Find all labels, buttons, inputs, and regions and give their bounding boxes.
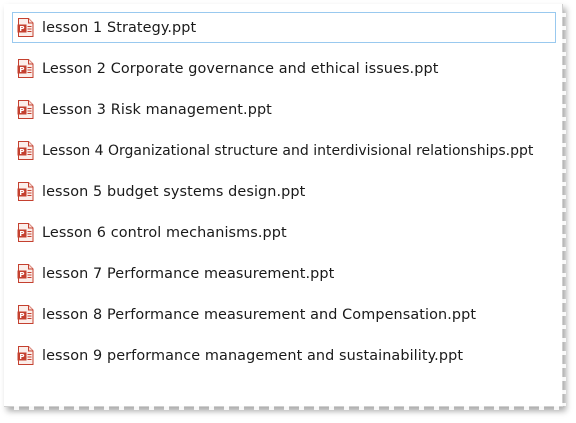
file-name: lesson 9 performance management and sust… xyxy=(42,347,464,364)
file-name: Lesson 3 Risk management.ppt xyxy=(42,101,272,118)
file-list: P lesson 1 Strategy.ppt P Lesson 2 Corpo… xyxy=(12,12,556,381)
file-name: lesson 1 Strategy.ppt xyxy=(42,19,197,36)
powerpoint-file-icon: P xyxy=(17,264,34,283)
powerpoint-file-icon: P xyxy=(17,182,34,201)
powerpoint-file-icon: P xyxy=(17,223,34,242)
powerpoint-file-icon: P xyxy=(17,346,34,365)
powerpoint-file-icon: P xyxy=(17,18,34,37)
file-name: Lesson 6 control mechanisms.ppt xyxy=(42,224,287,241)
svg-text:P: P xyxy=(19,148,24,156)
svg-text:P: P xyxy=(19,353,24,361)
file-name: Lesson 2 Corporate governance and ethica… xyxy=(42,60,439,77)
svg-text:P: P xyxy=(19,271,24,279)
svg-text:P: P xyxy=(19,25,24,33)
file-name: lesson 8 Performance measurement and Com… xyxy=(42,306,477,323)
file-item[interactable]: P Lesson 6 control mechanisms.ppt xyxy=(12,217,556,248)
file-item[interactable]: P lesson 8 Performance measurement and C… xyxy=(12,299,556,330)
file-item[interactable]: P Lesson 2 Corporate governance and ethi… xyxy=(12,53,556,84)
powerpoint-file-icon: P xyxy=(17,141,34,160)
file-item[interactable]: P lesson 1 Strategy.ppt xyxy=(12,12,556,43)
file-item[interactable]: P Lesson 4 Organizational structure and … xyxy=(12,135,556,166)
torn-edge-right xyxy=(560,4,566,406)
file-name: Lesson 4 Organizational structure and in… xyxy=(42,142,534,159)
svg-text:P: P xyxy=(19,66,24,74)
file-name: lesson 5 budget systems design.ppt xyxy=(42,183,306,200)
file-item[interactable]: P lesson 9 performance management and su… xyxy=(12,340,556,371)
svg-text:P: P xyxy=(19,189,24,197)
file-name: lesson 7 Performance measurement.ppt xyxy=(42,265,335,282)
svg-text:P: P xyxy=(19,230,24,238)
powerpoint-file-icon: P xyxy=(17,59,34,78)
file-item[interactable]: P Lesson 3 Risk management.ppt xyxy=(12,94,556,125)
svg-text:P: P xyxy=(19,312,24,320)
torn-edge-bottom xyxy=(4,404,562,410)
svg-text:P: P xyxy=(19,107,24,115)
file-item[interactable]: P lesson 7 Performance measurement.ppt xyxy=(12,258,556,289)
powerpoint-file-icon: P xyxy=(17,305,34,324)
powerpoint-file-icon: P xyxy=(17,100,34,119)
file-list-panel: P lesson 1 Strategy.ppt P Lesson 2 Corpo… xyxy=(4,4,566,410)
file-item[interactable]: P lesson 5 budget systems design.ppt xyxy=(12,176,556,207)
